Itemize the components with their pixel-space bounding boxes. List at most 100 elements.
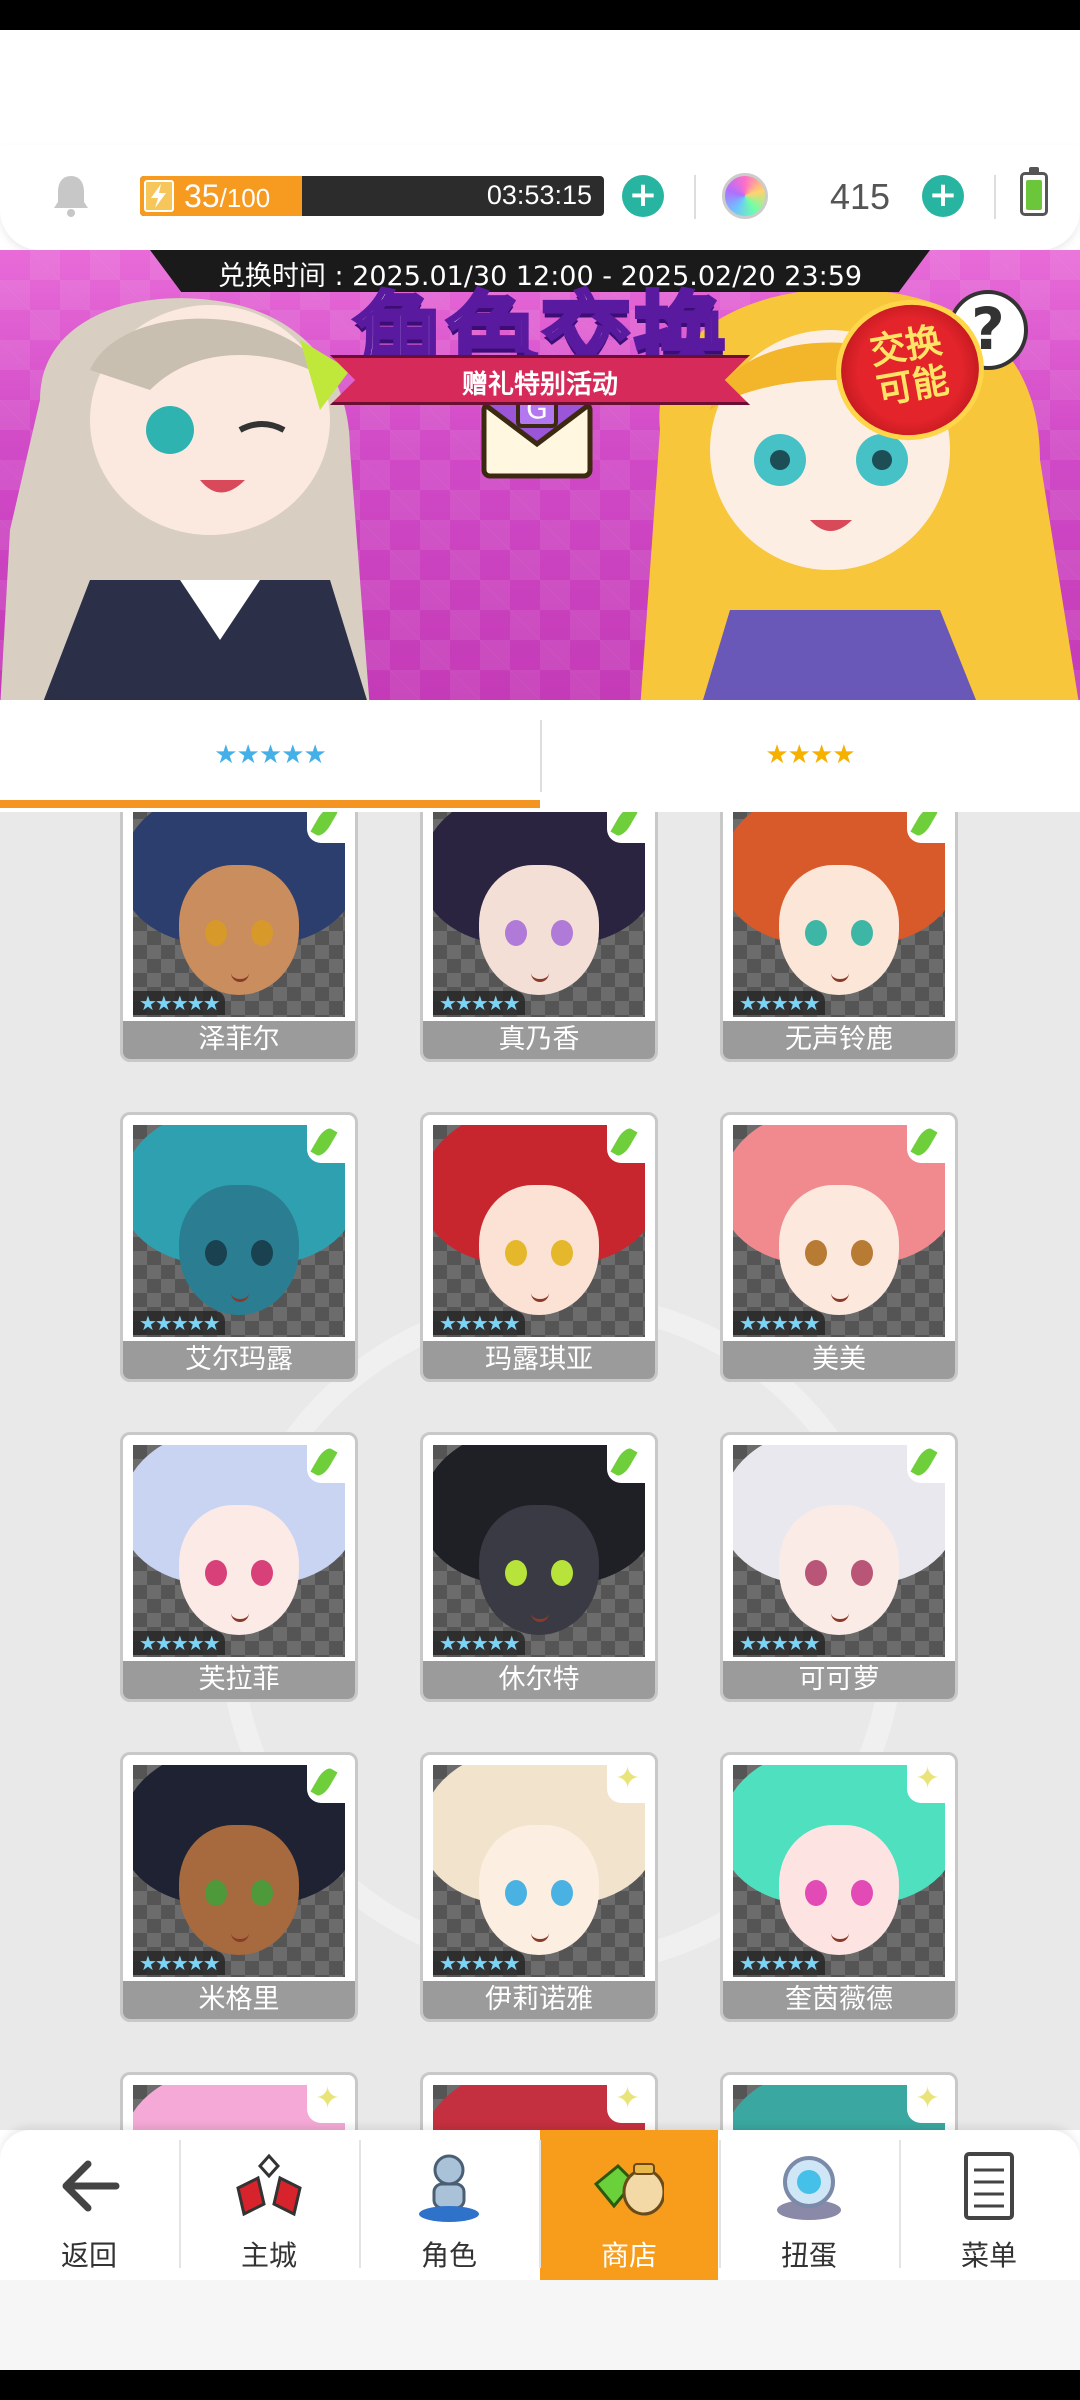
character-card[interactable]: ★★★★★ 伊莉诺雅 — [420, 1752, 658, 2022]
stamina-bar: 35/100 03:53:15 — [140, 176, 604, 216]
system-navigation-area — [0, 2280, 1080, 2370]
gem-icon — [722, 173, 768, 219]
rarity-stars: ★★★★★ — [733, 1311, 825, 1335]
character-card[interactable]: ★★★★★ 奎茵薇德 — [720, 1752, 958, 2022]
leaf-icon — [607, 1121, 649, 1163]
character-name: 芙拉菲 — [123, 1661, 355, 1699]
leaf-icon — [907, 812, 949, 843]
tab-5-star[interactable]: ★★★★★ — [0, 700, 540, 812]
character-card[interactable]: ★★★★★ 无声铃鹿 — [720, 812, 958, 1062]
character-name: 米格里 — [123, 1981, 355, 2019]
rarity-tabs: ★★★★★ ★★★★ — [0, 700, 1080, 812]
event-subtitle: 赠礼特别活动 — [461, 370, 618, 400]
rarity-stars: ★★★★★ — [133, 1311, 225, 1335]
rarity-stars: ★★★★★ — [433, 1311, 525, 1335]
nav-back-arrow[interactable]: 返回 — [0, 2130, 178, 2280]
character-name: 玛露琪亚 — [423, 1341, 655, 1379]
character-card[interactable] — [420, 2072, 658, 2130]
nav-label: 角色 — [420, 2239, 477, 2272]
stamina-value: 35/100 — [184, 178, 270, 215]
leaf-icon — [307, 1441, 349, 1483]
sparkle-icon — [307, 2081, 349, 2123]
character-name: 奎茵薇德 — [723, 1981, 955, 2019]
character-name: 伊莉诺雅 — [423, 1981, 655, 2019]
nav-separator — [359, 2140, 361, 2268]
stamina-current: 35 — [184, 178, 220, 214]
leaf-icon — [307, 1761, 349, 1803]
rarity-stars: ★★★★★ — [433, 1631, 525, 1655]
character-card[interactable] — [120, 2072, 358, 2130]
gacha-icon — [777, 2156, 841, 2220]
tab-active-indicator — [0, 800, 540, 808]
nav-separator — [539, 2140, 541, 2268]
add-stamina-button[interactable]: + — [622, 175, 664, 217]
add-gem-button[interactable]: + — [922, 175, 964, 217]
event-subtitle-ribbon: 赠礼特别活动 — [330, 355, 750, 405]
character-name: 休尔特 — [423, 1661, 655, 1699]
tab-4-star-label: ★★★★ — [765, 740, 855, 770]
character-portrait — [733, 812, 945, 1017]
rarity-stars: ★★★★★ — [733, 1631, 825, 1655]
menu-icon — [964, 2152, 1014, 2220]
sparkle-icon — [607, 2081, 649, 2123]
leaf-icon — [307, 812, 349, 843]
character-icon — [419, 2154, 479, 2222]
rarity-stars: ★★★★★ — [433, 1951, 525, 1975]
nav-shop[interactable]: 商店 — [540, 2130, 718, 2280]
character-card[interactable]: ★★★★★ 可可萝 — [720, 1432, 958, 1702]
leaf-icon — [607, 1441, 649, 1483]
nav-menu[interactable]: 菜单 — [900, 2130, 1078, 2280]
tab-4-star[interactable]: ★★★★ — [540, 700, 1080, 812]
gem-count: 415 — [830, 176, 891, 217]
character-card[interactable] — [720, 2072, 958, 2130]
bottom-edge — [0, 2370, 1080, 2400]
nav-character[interactable]: 角色 — [360, 2130, 538, 2280]
character-portrait — [433, 812, 645, 1017]
character-card[interactable]: ★★★★★ 真乃香 — [420, 812, 658, 1062]
character-card[interactable]: ★★★★★ 休尔特 — [420, 1432, 658, 1702]
nav-label: 扭蛋 — [780, 2239, 837, 2272]
divider — [694, 175, 696, 219]
character-name: 可可萝 — [723, 1661, 955, 1699]
stamina-timer: 03:53:15 — [486, 180, 592, 210]
rarity-stars: ★★★★★ — [133, 1951, 225, 1975]
bottom-navigation: 返回 主城 角色 商店 扭蛋 菜单 — [0, 2130, 1080, 2280]
leaf-icon — [607, 812, 649, 843]
character-card[interactable]: ★★★★★ 艾尔玛露 — [120, 1112, 358, 1382]
character-card[interactable]: ★★★★★ 泽菲尔 — [120, 812, 358, 1062]
leaf-icon — [307, 1121, 349, 1163]
sparkle-icon — [907, 1761, 949, 1803]
status-bar — [0, 0, 1080, 30]
leaf-icon — [907, 1441, 949, 1483]
nav-castle[interactable]: 主城 — [180, 2130, 358, 2280]
rarity-stars: ★★★★★ — [133, 1631, 225, 1655]
character-card[interactable]: ★★★★★ 美美 — [720, 1112, 958, 1382]
nav-label: 返回 — [60, 2239, 117, 2272]
character-name: 艾尔玛露 — [123, 1341, 355, 1379]
bell-icon[interactable] — [50, 172, 92, 218]
back-arrow-icon — [62, 2160, 120, 2212]
character-name: 美美 — [723, 1341, 955, 1379]
castle-icon — [236, 2153, 302, 2217]
character-card[interactable]: ★★★★★ 米格里 — [120, 1752, 358, 2022]
character-name: 泽菲尔 — [123, 1021, 355, 1059]
character-grid: ★★★★★ 泽菲尔 ★★★★★ 真乃香 ★★★★★ 无声铃鹿 ★★★★★ 艾尔玛露 ★★★★★ 玛… — [0, 812, 1080, 2130]
character-card[interactable]: ★★★★★ 玛露琪亚 — [420, 1112, 658, 1382]
nav-separator — [179, 2140, 181, 2268]
rarity-stars: ★★★★★ — [133, 991, 225, 1015]
character-name: 真乃香 — [423, 1021, 655, 1059]
nav-gacha[interactable]: 扭蛋 — [720, 2130, 898, 2280]
sparkle-icon — [607, 1761, 649, 1803]
nav-label: 菜单 — [960, 2239, 1017, 2272]
divider — [994, 175, 996, 219]
character-name: 无声铃鹿 — [723, 1021, 955, 1059]
sparkle-icon — [907, 2081, 949, 2123]
leaf-icon — [907, 1121, 949, 1163]
stamina-max: /100 — [219, 183, 271, 213]
nav-separator — [899, 2140, 901, 2268]
character-card[interactable]: ★★★★★ 芙拉菲 — [120, 1432, 358, 1702]
lightning-icon — [144, 180, 174, 212]
rarity-stars: ★★★★★ — [733, 991, 825, 1015]
tab-5-star-label: ★★★★★ — [214, 740, 327, 770]
shop-icon — [594, 2163, 664, 2216]
